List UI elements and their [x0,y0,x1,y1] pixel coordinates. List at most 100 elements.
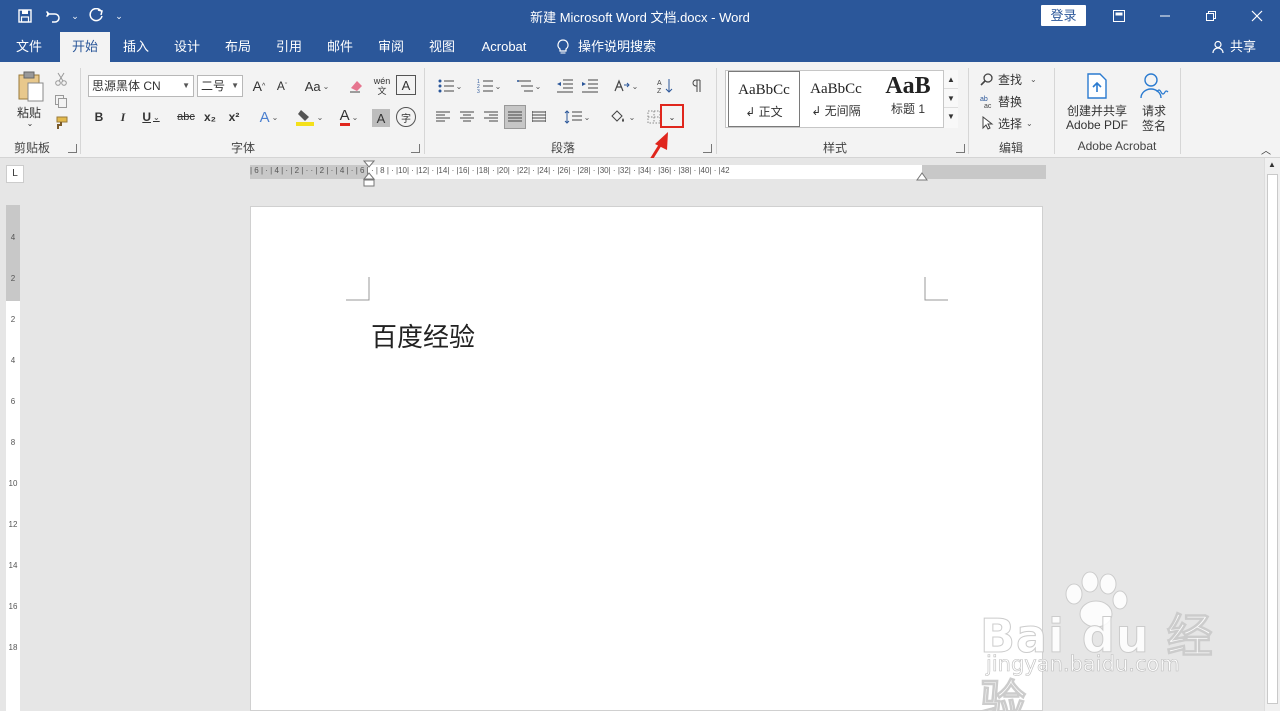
cut-icon[interactable] [52,70,70,88]
tell-me-search[interactable]: 操作说明搜索 [556,32,656,62]
bold-button[interactable]: B [90,107,108,127]
sort-icon[interactable]: AZ [655,75,675,97]
shrink-font-icon[interactable]: Aˇ [272,75,292,97]
chevron-down-icon[interactable]: ▼ [944,89,958,108]
format-painter-icon[interactable] [52,114,70,132]
collapse-ribbon-icon[interactable]: ︿ [1258,142,1274,157]
styles-group-label: 样式 [822,141,847,155]
styles-gallery: AaBbCc ↲ 正文 AaBbCc ↲ 无间隔 AaB 标题 1 [725,70,958,128]
tab-acrobat[interactable]: Acrobat [474,32,534,62]
request-signature-icon[interactable] [1138,70,1170,102]
ribbon-display-options-icon[interactable] [1096,0,1142,32]
replace-button[interactable]: ab ac 替换 [980,91,1046,111]
request-signature-label-2[interactable]: 签名 [1136,118,1172,133]
create-pdf-label[interactable]: 创建并共享 [1060,103,1134,118]
character-shading-button[interactable]: A [372,109,390,127]
tab-insert[interactable]: 插入 [114,32,158,62]
tab-design[interactable]: 设计 [165,32,209,62]
chevron-up-icon[interactable]: ▲ [944,70,958,89]
indent-marker-icon[interactable] [363,160,375,190]
document-text[interactable]: 百度经验 [371,317,475,354]
tab-selector-icon[interactable]: L [6,165,24,183]
font-name-combo[interactable]: 思源黑体 CN ▼ [88,75,194,97]
svg-text:Z: Z [657,88,662,94]
phonetic-guide-icon[interactable]: wén 文 [371,73,393,99]
tab-mailings[interactable]: 邮件 [318,32,362,62]
svg-text:3: 3 [477,89,480,93]
divider [968,68,969,154]
highlight-button[interactable]: ⌄ [292,107,326,127]
font-launcher-icon[interactable] [411,144,420,153]
character-border-icon[interactable]: A [396,75,416,95]
text-effects-button[interactable]: A ⌄ [254,107,284,127]
shading-button[interactable]: ⌄ [605,107,639,127]
copy-icon[interactable] [52,92,70,110]
strikethrough-button[interactable]: abc [174,107,198,127]
italic-button[interactable]: I [114,107,132,127]
document-page[interactable]: 百度经验 [250,206,1043,711]
right-indent-marker-icon[interactable] [916,171,928,183]
clipboard-launcher-icon[interactable] [68,144,77,153]
style-normal[interactable]: AaBbCc ↲ 正文 [728,71,800,127]
find-button[interactable]: 查找 ⌄ [980,69,1046,89]
paragraph-launcher-icon[interactable] [703,144,712,153]
style-heading-1[interactable]: AaB 标题 1 [872,71,944,127]
grow-font-icon[interactable]: A ^ [249,75,269,97]
font-size-value: 二号 [201,79,226,93]
divider [424,68,425,154]
align-left-icon[interactable] [434,107,452,127]
change-case-button[interactable]: Aa ⌄ [300,75,334,97]
numbering-button[interactable]: 1 2 3 ⌄ [472,75,506,97]
create-pdf-label-2[interactable]: Adobe PDF [1060,118,1134,132]
login-button[interactable]: 登录 [1041,5,1086,26]
request-signature-label[interactable]: 请求 [1136,103,1172,118]
create-pdf-icon[interactable] [1082,70,1112,102]
scrollbar-thumb[interactable] [1267,174,1278,704]
gallery-more-icon[interactable]: ▼ [944,108,958,126]
justify-icon[interactable] [504,105,526,129]
close-icon[interactable] [1234,0,1280,32]
window-title: 新建 Microsoft Word 文档.docx - Word [530,10,750,25]
tab-file[interactable]: 文件 [6,32,52,62]
line-spacing-button[interactable]: ⌄ [560,107,594,127]
align-center-icon[interactable] [458,107,476,127]
font-size-combo[interactable]: 二号 ▼ [197,75,243,97]
highlight-box [660,104,684,128]
vertical-ruler[interactable]: 4 2 2 4 6 8 10 12 14 16 18 [6,205,20,711]
increase-indent-icon[interactable] [580,75,600,97]
distributed-icon[interactable] [530,107,548,127]
style-name: ↲ 无间隔 [811,104,861,118]
minimize-icon[interactable] [1142,0,1188,32]
chevron-down-icon: ▼ [231,81,239,90]
show-paragraph-marks-icon[interactable] [688,75,706,97]
bullets-button[interactable]: ⌄ [433,75,467,97]
editing-group-label: 编辑 [998,141,1023,155]
vertical-scrollbar[interactable]: ▲ [1264,158,1280,711]
tab-review[interactable]: 审阅 [369,32,413,62]
select-button[interactable]: 选择 ⌄ [980,113,1046,133]
decrease-indent-icon[interactable] [555,75,575,97]
font-color-button[interactable]: A ⌄ [332,107,366,127]
styles-launcher-icon[interactable] [956,144,965,153]
paste-dropdown-icon[interactable]: ⌄ [22,118,38,128]
tab-view[interactable]: 视图 [420,32,464,62]
underline-button[interactable]: U ⌄ [138,107,164,127]
restore-icon[interactable] [1188,0,1234,32]
subscript-button[interactable]: x₂ [201,107,219,127]
scroll-up-icon[interactable]: ▲ [1268,160,1276,169]
multilevel-list-button[interactable]: ⌄ [512,75,546,97]
paste-icon[interactable] [14,70,48,104]
enclose-characters-button[interactable]: 字 [396,107,416,127]
style-no-spacing[interactable]: AaBbCc ↲ 无间隔 [800,71,872,127]
font-name-value: 思源黑体 CN [92,79,161,93]
share-button[interactable]: 共享 [1212,32,1256,62]
align-right-icon[interactable] [482,107,500,127]
styles-scrollbar[interactable]: ▲ ▼ ▼ [943,70,958,128]
clear-formatting-icon[interactable] [346,75,368,97]
tab-references[interactable]: 引用 [267,32,311,62]
tab-layout[interactable]: 布局 [216,32,260,62]
tab-home[interactable]: 开始 [60,32,110,62]
chinese-layout-button[interactable]: ⌄ [610,75,642,97]
superscript-button[interactable]: x² [225,107,243,127]
style-sample: AaBbCc [810,81,862,97]
